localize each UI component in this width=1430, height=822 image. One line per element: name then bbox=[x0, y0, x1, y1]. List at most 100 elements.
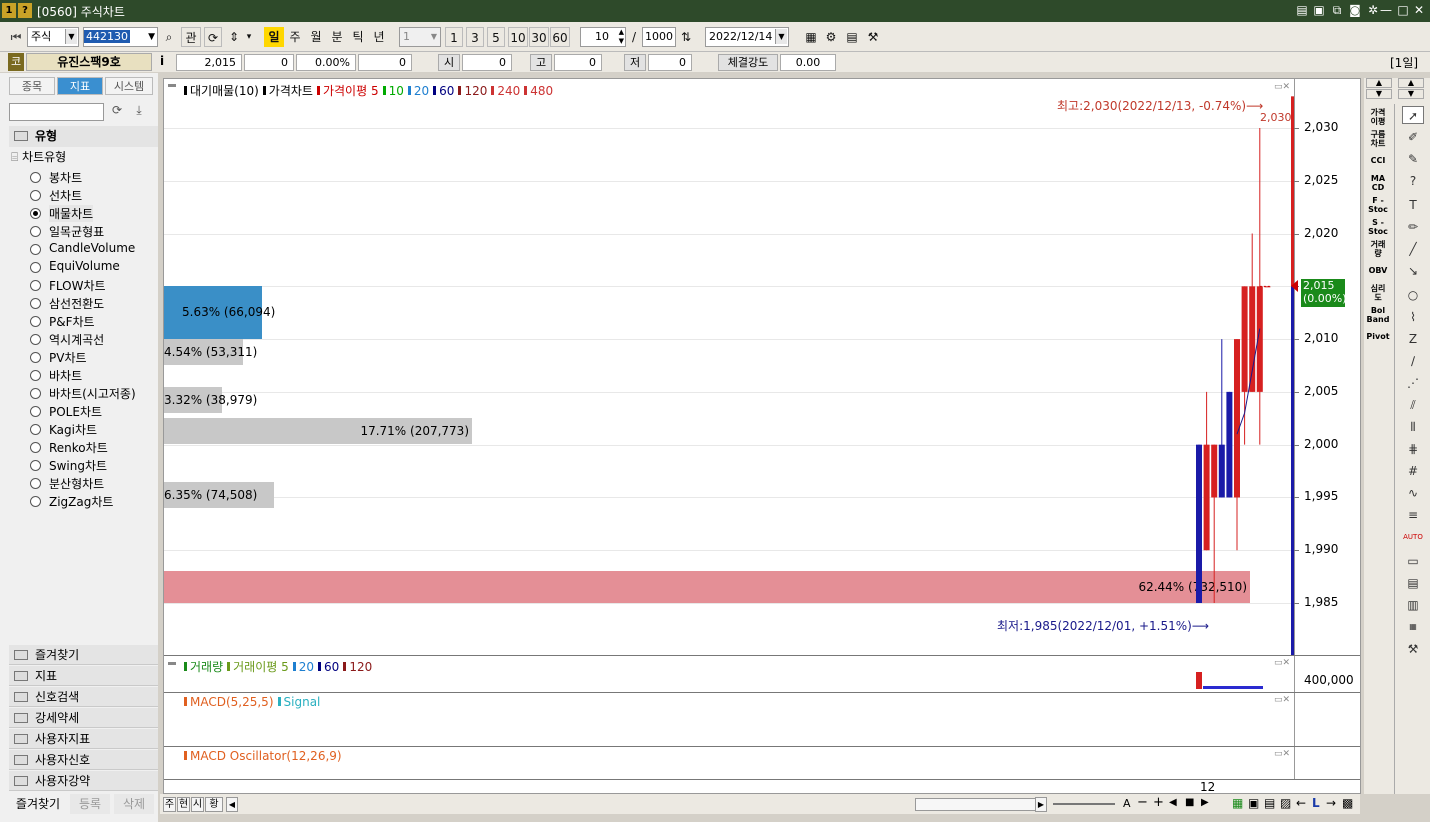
legend-item[interactable]: Signal bbox=[284, 695, 321, 709]
group-strength[interactable]: 강세약세 bbox=[9, 708, 158, 728]
radio-button[interactable] bbox=[30, 370, 41, 381]
scroll-up-icon[interactable]: ▲ bbox=[1366, 78, 1392, 88]
gwan-button[interactable]: 관 bbox=[181, 27, 201, 47]
group-user-signals[interactable]: 사용자신호 bbox=[9, 750, 158, 770]
interval-3[interactable]: 3 bbox=[466, 27, 484, 47]
chart-type-option[interactable]: 일목균형표 bbox=[0, 222, 158, 240]
horizontal-lines-icon[interactable]: ≡ bbox=[1402, 506, 1424, 524]
pane-separator[interactable] bbox=[164, 692, 1360, 693]
interval-1[interactable]: 1 bbox=[445, 27, 463, 47]
chart-type-option[interactable]: 매물차트 bbox=[0, 204, 158, 222]
radio-button[interactable] bbox=[30, 316, 41, 327]
radio-button[interactable] bbox=[30, 424, 41, 435]
chart-type-option[interactable]: CandleVolume bbox=[0, 240, 158, 258]
print-icon[interactable]: ▤ bbox=[843, 27, 861, 47]
radio-button[interactable] bbox=[30, 226, 41, 237]
bottom-tab-4[interactable]: 황 bbox=[205, 797, 223, 812]
osc-pane-controls-icon[interactable]: ▭✕ bbox=[1274, 749, 1290, 759]
group-user-indicators[interactable]: 사용자지표 bbox=[9, 729, 158, 749]
window-copy-icon[interactable]: ⧉ bbox=[1329, 2, 1345, 19]
zoom-slider[interactable] bbox=[1053, 803, 1115, 805]
download-icon[interactable]: ⤓ bbox=[130, 103, 148, 121]
chart-area[interactable]: 대기매물(10) 가격차트 가격이평 5 10 20 60 120 240 480 ▭✕ 5.6… bbox=[163, 78, 1361, 794]
radio-button[interactable] bbox=[30, 298, 41, 309]
scroll-left-icon[interactable]: ◀ bbox=[226, 797, 238, 812]
chart-type-option[interactable]: 선차트 bbox=[0, 186, 158, 204]
candle-body[interactable] bbox=[1211, 444, 1218, 498]
candle-body[interactable] bbox=[1249, 286, 1256, 392]
scroll-down-icon[interactable]: ▼ bbox=[1366, 89, 1392, 99]
radio-button[interactable] bbox=[30, 280, 41, 291]
tools-icon[interactable]: ⚒ bbox=[864, 27, 882, 47]
scroll-right-icon[interactable]: ▶ bbox=[1035, 797, 1047, 812]
chart-type-option[interactable]: EquiVolume bbox=[0, 258, 158, 276]
volume-indicator-icon[interactable]: 거래 량 bbox=[1366, 240, 1390, 258]
chart-type-option[interactable]: 바차트(시고저종) bbox=[0, 384, 158, 402]
bollinger-icon[interactable]: Bol Band bbox=[1366, 306, 1390, 324]
legend-item[interactable]: 거래이평 5 bbox=[233, 660, 289, 674]
window-save-icon[interactable]: ▣ bbox=[1311, 2, 1327, 19]
chart-type-option[interactable]: FLOW차트 bbox=[0, 276, 158, 294]
chart-type-option[interactable]: Swing차트 bbox=[0, 456, 158, 474]
grid-tool-icon[interactable]: # bbox=[1402, 462, 1424, 480]
interval-select[interactable]: 1 ▼ bbox=[399, 27, 441, 47]
fstoc-icon[interactable]: F - Stoc bbox=[1366, 196, 1390, 214]
candle-body[interactable] bbox=[1218, 444, 1225, 498]
radio-button[interactable] bbox=[30, 172, 41, 183]
candle-body[interactable] bbox=[1226, 391, 1233, 498]
radio-button[interactable] bbox=[30, 442, 41, 453]
back-arrow-icon[interactable]: ← bbox=[1296, 796, 1306, 810]
chart-settings-icon[interactable]: ▩ bbox=[1342, 796, 1353, 810]
tools-up-icon[interactable]: ▲ bbox=[1398, 78, 1424, 88]
price-pane[interactable]: 5.63% (66,094) 4.54% (53,311) 3.32% (38,97… bbox=[164, 79, 1360, 655]
font-size-icon[interactable]: A bbox=[1123, 797, 1131, 810]
cursor-arrow-icon[interactable]: ➚ bbox=[1402, 106, 1424, 124]
group-indicators[interactable]: 지표 bbox=[9, 666, 158, 686]
zoom-in-icon[interactable]: + bbox=[1153, 795, 1164, 810]
arrow-line-icon[interactable]: ↘ bbox=[1402, 262, 1424, 280]
radio-button[interactable] bbox=[30, 244, 41, 255]
chart-type-option[interactable]: P&F차트 bbox=[0, 312, 158, 330]
bottom-tab-2[interactable]: 현 bbox=[177, 797, 190, 812]
refresh-list-icon[interactable]: ⟳ bbox=[108, 103, 126, 121]
interval-5[interactable]: 5 bbox=[487, 27, 505, 47]
fan-tool-icon[interactable]: ⋰ bbox=[1402, 374, 1424, 392]
pivot-icon[interactable]: Pivot bbox=[1366, 332, 1390, 341]
radio-button[interactable] bbox=[30, 406, 41, 417]
candle-body[interactable] bbox=[1196, 444, 1202, 603]
legend-item[interactable]: 20 bbox=[299, 660, 314, 674]
radio-button[interactable] bbox=[30, 334, 41, 345]
refresh-icon[interactable]: ⟳ bbox=[204, 27, 222, 47]
question-icon[interactable]: ? bbox=[1402, 172, 1424, 190]
layout-icon[interactable]: ▤ bbox=[1264, 796, 1275, 810]
image-icon[interactable]: ▨ bbox=[1280, 796, 1291, 810]
date-select[interactable]: 2022/12/14 ▼ bbox=[705, 27, 789, 47]
channel-icon[interactable]: ⋕ bbox=[1402, 440, 1424, 458]
chart-type-option[interactable]: ZigZag차트 bbox=[0, 492, 158, 510]
zigzag-tool-icon[interactable]: Z bbox=[1402, 330, 1424, 348]
candle-body[interactable] bbox=[1241, 286, 1248, 392]
chart-type-option[interactable]: POLE차트 bbox=[0, 402, 158, 420]
legend-item[interactable]: MACD(5,25,5) bbox=[190, 695, 274, 709]
maximize-icon[interactable]: □ bbox=[1395, 2, 1411, 19]
radio-button[interactable] bbox=[30, 190, 41, 201]
radio-button[interactable] bbox=[30, 352, 41, 363]
composite-chart-icon[interactable]: 구름 차트 bbox=[1366, 130, 1390, 148]
help-icon[interactable]: ? bbox=[18, 3, 32, 18]
forward-arrow-icon[interactable]: → bbox=[1326, 796, 1336, 810]
tab-stocks[interactable]: 종목 bbox=[9, 77, 55, 95]
interval-10[interactable]: 10 bbox=[508, 27, 528, 47]
minimize-icon[interactable]: — bbox=[1378, 2, 1394, 19]
search-icon[interactable]: ⌕ bbox=[160, 27, 178, 47]
interval-60[interactable]: 60 bbox=[550, 27, 570, 47]
interval-30[interactable]: 30 bbox=[529, 27, 549, 47]
prev-stock-icon[interactable]: ⏮ bbox=[8, 27, 24, 47]
radio-button[interactable] bbox=[30, 496, 41, 507]
wave-tool-icon[interactable]: ⌇ bbox=[1402, 308, 1424, 326]
total-count-input[interactable]: 1000 bbox=[642, 27, 676, 47]
excel-icon[interactable]: ▦ bbox=[1232, 796, 1243, 810]
radio-button[interactable] bbox=[30, 208, 41, 219]
info-icon[interactable]: i bbox=[156, 54, 168, 68]
macd-icon[interactable]: MA CD bbox=[1366, 174, 1390, 192]
stock-code-input[interactable]: 442130 ▼ bbox=[83, 27, 158, 47]
